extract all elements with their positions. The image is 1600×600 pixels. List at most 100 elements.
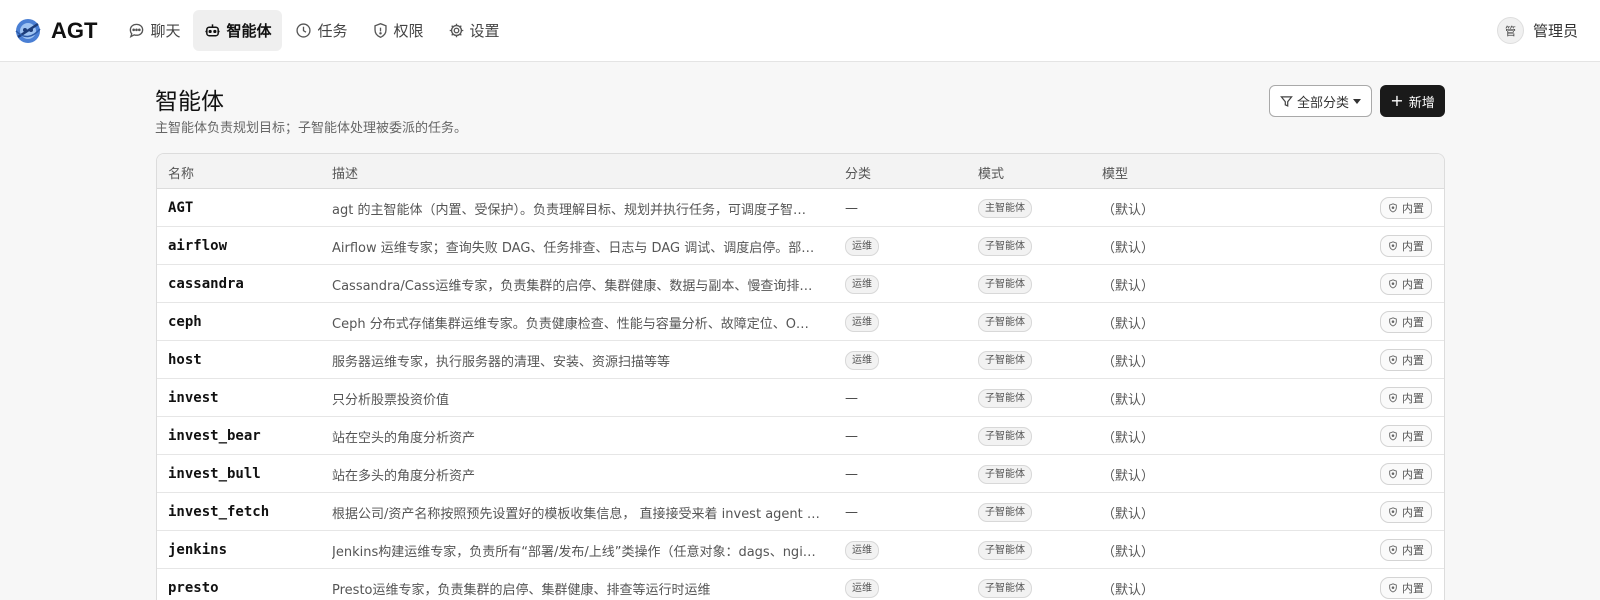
shield-icon [1389, 241, 1397, 251]
builtin-badge: 内置 [1380, 577, 1432, 599]
table-row[interactable]: invest_bull 站在多头的角度分析资产 — 子智能体 （默认） 内置 [157, 455, 1444, 493]
agent-category: 运维 [845, 569, 879, 600]
table-row[interactable]: cassandra Cassandra/Cass运维专家，负责集群的启停、集群健… [157, 265, 1444, 303]
nav-item-tasks[interactable]: 任务 [284, 10, 358, 51]
agent-builtin: 内置 [1380, 569, 1432, 600]
table-row[interactable]: ceph Ceph 分布式存储集群运维专家。负责健康检查、性能与容量分析、故障定… [157, 303, 1444, 341]
builtin-badge: 内置 [1380, 387, 1432, 409]
agent-category: 运维 [845, 227, 879, 265]
avatar: 管 [1496, 17, 1524, 44]
header-category: 分类 [845, 167, 872, 182]
builtin-badge: 内置 [1380, 235, 1432, 257]
agent-category: — [845, 466, 858, 482]
agent-mode: 子智能体 [978, 303, 1032, 341]
agent-mode: 子智能体 [978, 455, 1032, 493]
agent-description: 只分析股票投资价值 [332, 392, 450, 408]
agent-model: （默认） [1102, 354, 1155, 370]
category-filter-button[interactable]: 全部分类 [1269, 85, 1372, 117]
nav-label: 智能体 [226, 22, 272, 40]
agent-model: （默认） [1102, 316, 1155, 332]
shield-icon [1389, 469, 1397, 479]
nav-label: 聊天 [150, 22, 181, 40]
agent-name: ceph [168, 314, 202, 330]
clock-icon [296, 23, 312, 38]
chat-icon [130, 23, 144, 38]
category-badge: 运维 [845, 312, 879, 332]
agent-mode: 子智能体 [978, 569, 1032, 600]
agent-model: （默认） [1102, 582, 1155, 598]
mode-badge: 主智能体 [978, 198, 1032, 218]
agent-category: — [845, 200, 858, 216]
header-mode: 模式 [978, 167, 1005, 182]
mode-badge: 子智能体 [978, 578, 1032, 598]
agent-description: Airflow 运维专家；查询失败 DAG、任务排查、日志与 DAG 调试、调度… [332, 240, 815, 256]
agent-model: （默认） [1102, 468, 1155, 484]
agent-name: invest_bear [168, 428, 261, 444]
agent-category: 运维 [845, 265, 879, 303]
user-menu[interactable]: 管 管理员 [1496, 17, 1578, 44]
table-row[interactable]: invest_fetch 根据公司/资产名称按照预先设置好的模板收集信息， 直接… [157, 493, 1444, 531]
builtin-badge: 内置 [1380, 501, 1432, 523]
table-row[interactable]: jenkins Jenkins构建运维专家，负责所有“部署/发布/上线”类操作（… [157, 531, 1444, 569]
shield-icon [1389, 507, 1397, 517]
header-name: 名称 [168, 167, 195, 182]
nav-item-agents[interactable]: 智能体 [193, 10, 283, 51]
shield-icon [1389, 545, 1397, 555]
agent-builtin: 内置 [1380, 227, 1432, 265]
chevron-down-icon [1353, 98, 1361, 104]
builtin-badge: 内置 [1380, 273, 1432, 295]
agent-mode: 子智能体 [978, 493, 1032, 531]
table-row[interactable]: presto Presto运维专家，负责集群的启停、集群健康、排查等运行时运维 … [157, 569, 1444, 600]
table-row[interactable]: invest_bear 站在空头的角度分析资产 — 子智能体 （默认） 内置 [157, 417, 1444, 455]
agent-name: airflow [168, 238, 228, 254]
mode-badge: 子智能体 [978, 312, 1032, 332]
mode-badge: 子智能体 [978, 350, 1032, 370]
table-row[interactable]: host 服务器运维专家，执行服务器的清理、安装、资源扫描等等 运维 子智能体 … [157, 341, 1444, 379]
agent-builtin: 内置 [1380, 531, 1432, 569]
agent-mode: 子智能体 [978, 417, 1032, 455]
agent-model: （默认） [1102, 506, 1155, 522]
shield-icon [1389, 317, 1397, 327]
shield-icon [1389, 431, 1397, 441]
nav-item-permissions[interactable]: 权限 [361, 10, 435, 51]
add-agent-button[interactable]: + 新增 [1380, 85, 1445, 117]
shield-icon [373, 22, 387, 39]
agent-description: 根据公司/资产名称按照预先设置好的模板收集信息， 直接接受来着 invest a… [332, 506, 820, 522]
nav-item-settings[interactable]: 设置 [437, 10, 511, 51]
page-title: 智能体 [155, 89, 224, 115]
agent-builtin: 内置 [1380, 493, 1432, 531]
agent-mode: 子智能体 [978, 227, 1032, 265]
category-badge: 运维 [845, 274, 879, 294]
top-bar: AGT 聊天 智能体 任务 权限 设置 管 管理员 [0, 0, 1600, 62]
agent-builtin: 内置 [1380, 303, 1432, 341]
agent-builtin: 内置 [1380, 189, 1432, 227]
agent-name: invest_bull [168, 466, 261, 482]
agent-model: （默认） [1102, 278, 1155, 294]
brand[interactable]: AGT [14, 17, 97, 45]
agent-model: （默认） [1102, 544, 1155, 560]
nav-label: 设置 [469, 22, 500, 40]
agent-model: （默认） [1102, 392, 1155, 408]
table-header: 名称 描述 分类 模式 模型 [157, 154, 1444, 189]
mode-badge: 子智能体 [978, 274, 1032, 294]
agent-builtin: 内置 [1380, 341, 1432, 379]
agent-description: Cassandra/Cass运维专家，负责集群的启停、集群健康、数据与副本、慢查… [332, 278, 813, 294]
nav-item-chat[interactable]: 聊天 [117, 10, 191, 51]
user-name: 管理员 [1532, 22, 1578, 40]
header-model: 模型 [1102, 167, 1129, 182]
agent-name: AGT [168, 200, 194, 216]
mode-badge: 子智能体 [978, 540, 1032, 560]
builtin-badge: 内置 [1380, 311, 1432, 333]
mode-badge: 子智能体 [978, 502, 1032, 522]
table-row[interactable]: AGT agt 的主智能体（内置、受保护）。负责理解目标、规划并执行任务，可调度… [157, 189, 1444, 227]
agent-description: Presto运维专家，负责集群的启停、集群健康、排查等运行时运维 [332, 582, 711, 598]
shield-icon [1389, 583, 1397, 593]
table-row[interactable]: airflow Airflow 运维专家；查询失败 DAG、任务排查、日志与 D… [157, 227, 1444, 265]
robot-icon [205, 24, 221, 37]
add-label: 新增 [1408, 95, 1435, 111]
agent-category: 运维 [845, 341, 879, 379]
shield-icon [1389, 393, 1397, 403]
agent-category: — [845, 390, 858, 406]
shield-icon [1389, 203, 1397, 213]
table-row[interactable]: invest 只分析股票投资价值 — 子智能体 （默认） 内置 [157, 379, 1444, 417]
